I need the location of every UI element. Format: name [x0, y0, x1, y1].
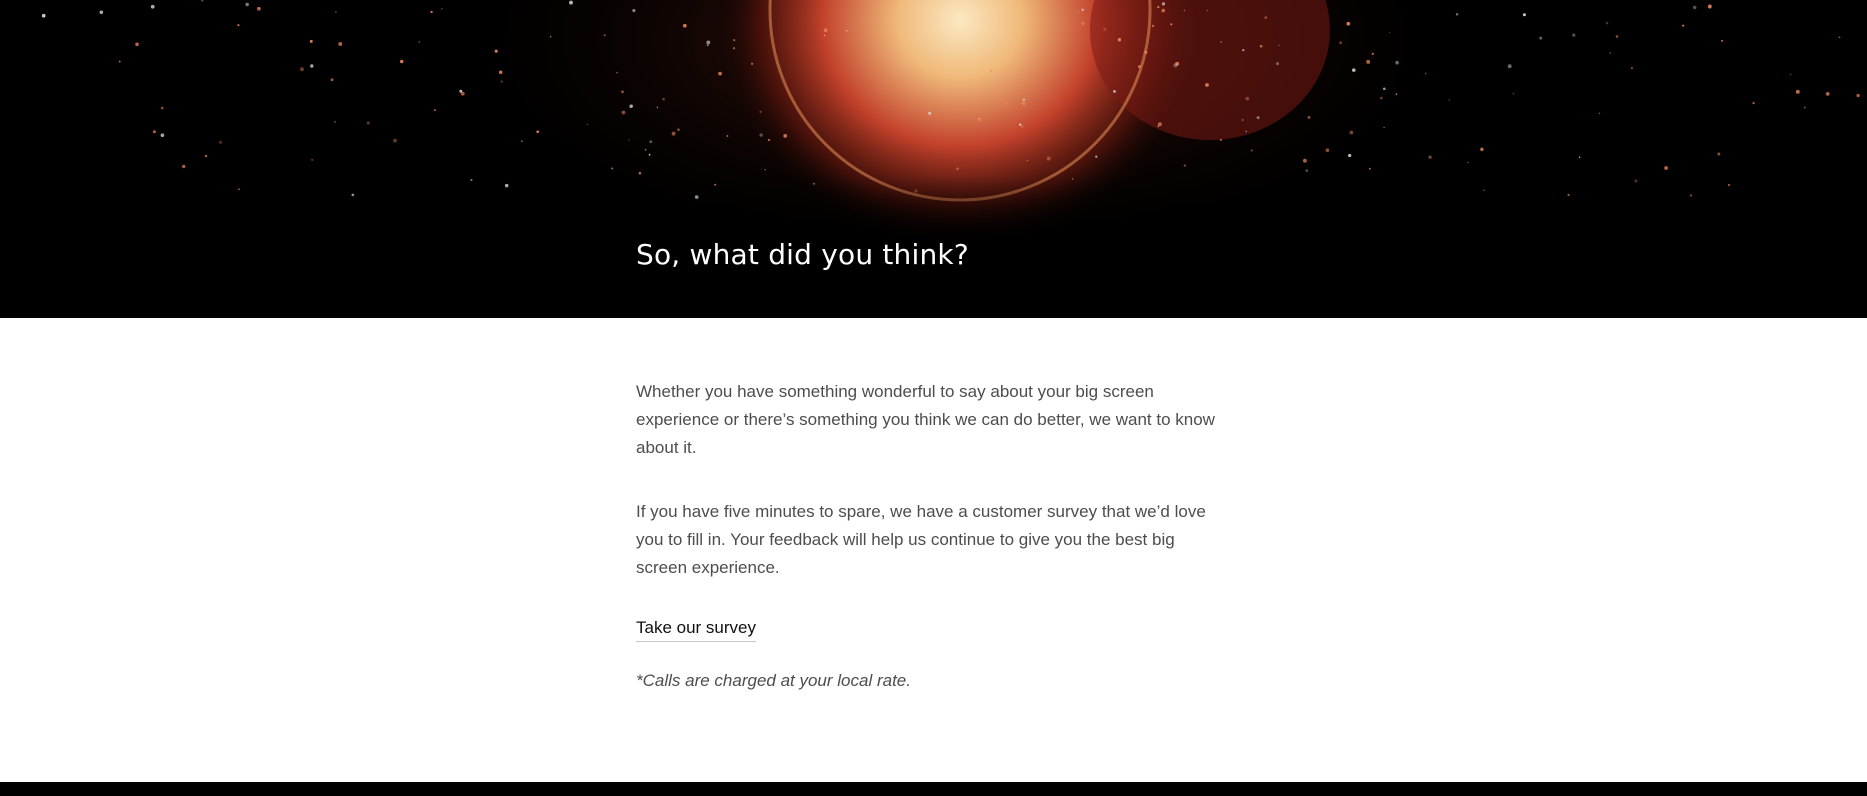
take-survey-link[interactable]: Take our survey [636, 616, 756, 642]
survey-paragraph: If you have five minutes to spare, we ha… [636, 502, 1206, 577]
feedback-content: Whether you have something wonderful to … [636, 378, 1226, 694]
hero-banner: So, what did you think? [0, 0, 1867, 318]
calls-footnote: *Calls are charged at your local rate. [636, 671, 911, 690]
intro-paragraph: Whether you have something wonderful to … [636, 382, 1215, 457]
page-title: So, what did you think? [636, 238, 969, 271]
footer-edge [0, 782, 1867, 796]
